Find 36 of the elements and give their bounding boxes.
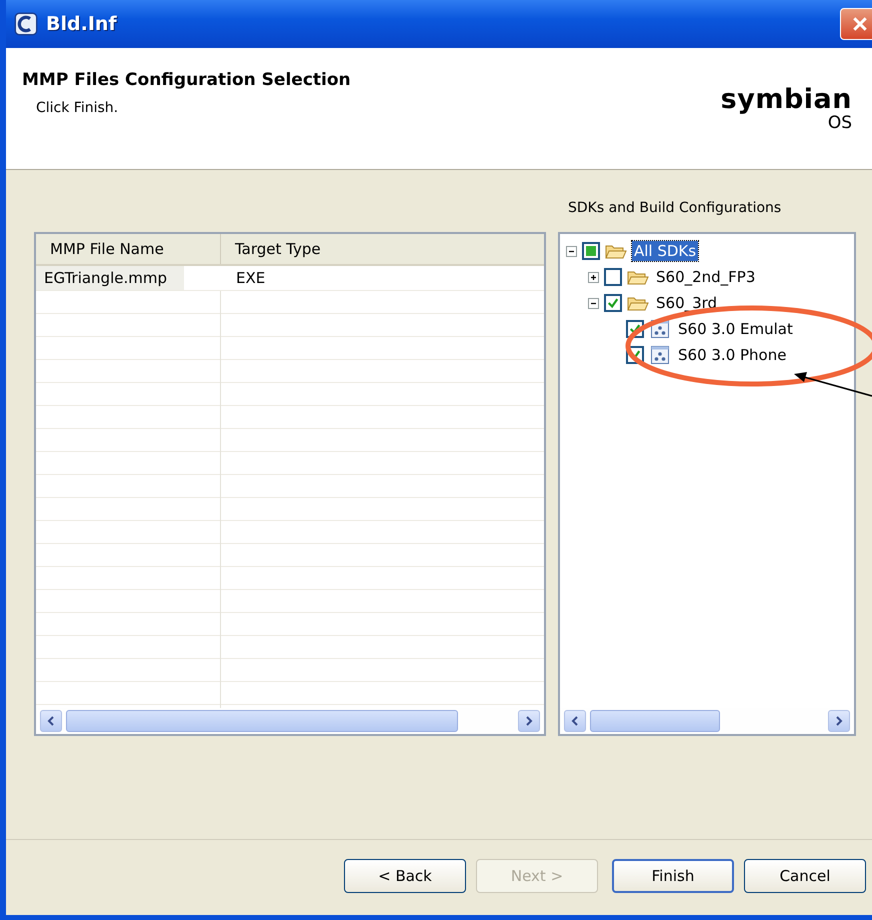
tree-item[interactable]: S60_2nd_FP3 [654, 267, 758, 287]
tree-label: SDKs and Build Configurations [567, 200, 782, 216]
app-icon [14, 12, 38, 36]
check-icon [607, 297, 619, 309]
tree-item[interactable]: S60_3rd [654, 293, 720, 313]
expand-icon[interactable] [588, 272, 599, 282]
logo-text: symbian [720, 86, 852, 114]
logo-subtext: OS [828, 114, 852, 132]
page-instruction: Click Finish. [35, 100, 120, 116]
collapse-icon[interactable] [588, 298, 599, 308]
scroll-left-button[interactable] [40, 710, 62, 732]
scroll-right-button[interactable] [518, 710, 540, 732]
column-header[interactable]: Target Type [221, 234, 321, 264]
table-cell: EGTriangle.mmp [36, 266, 184, 290]
tree-item[interactable]: All SDKs [632, 241, 698, 261]
table-cell-text: EXE [235, 268, 266, 289]
dialog-button[interactable]: < Back [344, 858, 466, 892]
window-title: Bld.Inf [46, 13, 117, 35]
column-header[interactable]: MMP File Name [36, 234, 221, 264]
scroll-right-button[interactable] [828, 710, 850, 732]
collapse-icon[interactable] [566, 246, 577, 256]
device-icon [649, 346, 671, 364]
scroll-thumb[interactable] [590, 710, 720, 732]
scroll-left-button[interactable] [564, 710, 586, 732]
checkbox[interactable] [582, 242, 600, 260]
check-icon [629, 323, 641, 335]
checkbox[interactable] [604, 268, 622, 286]
dialog-button[interactable]: Finish [612, 858, 734, 892]
page-title: MMP Files Configuration Selection [22, 70, 351, 90]
tree-item[interactable]: S60 3.0 Phone [676, 345, 788, 365]
close-button[interactable] [840, 8, 872, 40]
dialog-button[interactable]: Cancel [744, 858, 866, 892]
scroll-thumb[interactable] [66, 710, 458, 732]
checkbox[interactable] [604, 294, 622, 312]
close-icon [852, 16, 868, 32]
tree-item[interactable]: S60 3.0 Emulat [676, 319, 795, 339]
